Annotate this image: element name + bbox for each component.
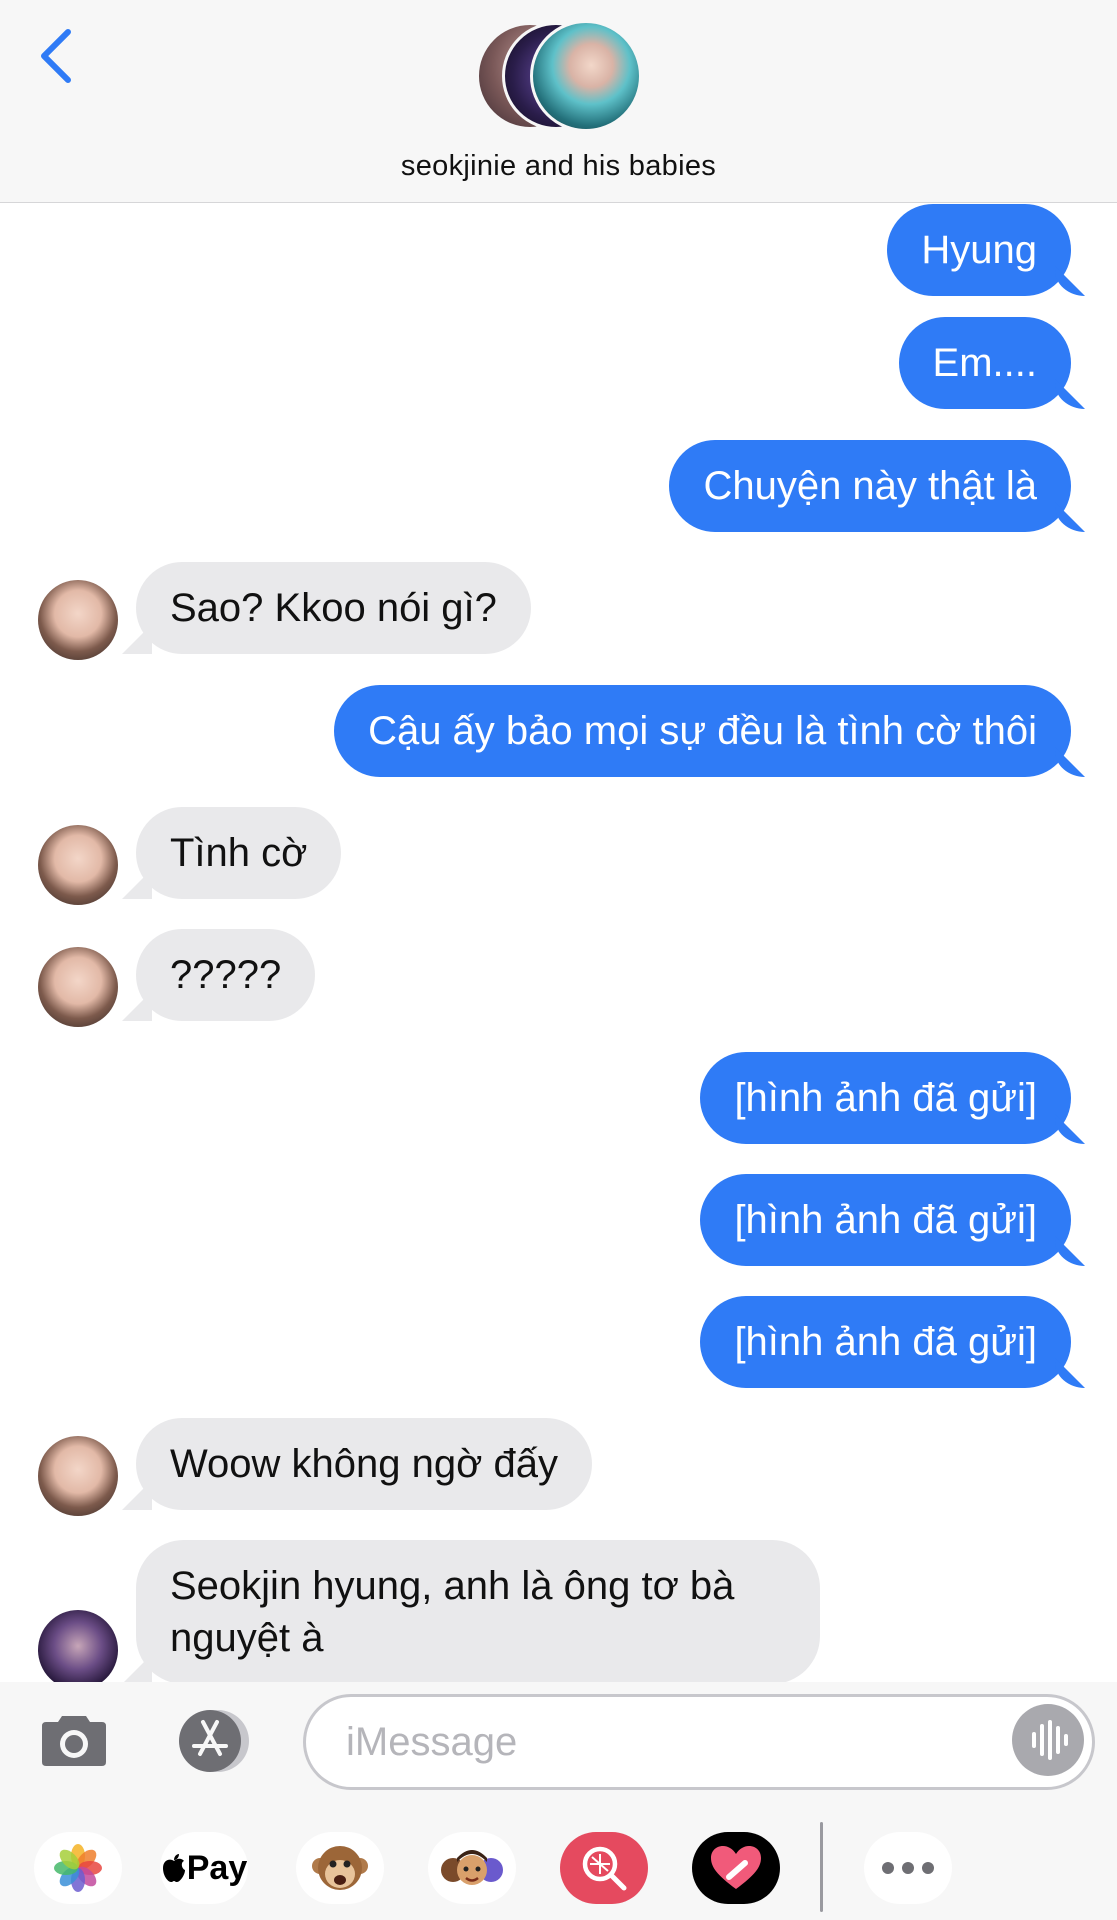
group-avatar-stack[interactable] — [476, 20, 642, 132]
sender-avatar[interactable] — [38, 947, 118, 1027]
outgoing-message[interactable]: [hình ảnh đã gửi] — [700, 1174, 1071, 1266]
memoji-icon — [441, 1850, 503, 1885]
incoming-message[interactable]: Seokjin hyung, anh là ông tơ bà nguyệt à — [136, 1540, 820, 1682]
search-images-icon — [582, 1846, 627, 1891]
sender-avatar[interactable] — [38, 580, 118, 660]
outgoing-message[interactable]: Em.... — [898, 317, 1071, 409]
memoji-stickers-button[interactable] — [428, 1832, 516, 1904]
compose-bar: Pay — [0, 1682, 1117, 1920]
conversation-header: seokjinie and his babies — [0, 0, 1117, 203]
tray-divider — [820, 1822, 823, 1912]
incoming-message[interactable]: Woow không ngờ đấy — [136, 1418, 592, 1510]
audio-waveform-icon — [1032, 1720, 1068, 1760]
photos-icon — [54, 1844, 102, 1892]
more-icon — [882, 1862, 934, 1874]
group-avatar-3 — [530, 20, 642, 132]
animoji-monkey-icon — [312, 1846, 368, 1890]
image-search-button[interactable] — [560, 1832, 648, 1904]
audio-record-button[interactable] — [1012, 1704, 1084, 1776]
photos-app-button[interactable] — [34, 1832, 122, 1904]
message-list[interactable]: Hyung Em.... Chuyện này thật là Sao? Kko… — [0, 204, 1117, 1682]
animoji-button[interactable] — [296, 1832, 384, 1904]
sender-avatar[interactable] — [38, 1436, 118, 1516]
camera-icon — [42, 1716, 106, 1766]
outgoing-message[interactable]: Hyung — [887, 204, 1071, 296]
incoming-message[interactable]: ????? — [136, 929, 316, 1021]
more-apps-button[interactable] — [864, 1832, 952, 1904]
outgoing-message[interactable]: Cậu ấy bảo mọi sự đều là tình cờ thôi — [334, 685, 1071, 777]
apple-pay-button[interactable]: Pay — [160, 1832, 248, 1904]
apple-pay-icon — [162, 1854, 185, 1882]
app-store-button[interactable] — [170, 1708, 258, 1774]
digital-touch-button[interactable] — [692, 1832, 780, 1904]
message-input[interactable] — [303, 1694, 1095, 1790]
outgoing-message[interactable]: [hình ảnh đã gửi] — [700, 1052, 1071, 1144]
outgoing-message[interactable]: [hình ảnh đã gửi] — [700, 1296, 1071, 1388]
group-name[interactable]: seokjinie and his babies — [0, 150, 1117, 183]
back-button[interactable] — [32, 26, 80, 86]
sender-avatar[interactable] — [38, 1610, 118, 1682]
app-store-icon — [179, 1710, 249, 1772]
chevron-left-icon — [41, 29, 71, 83]
digital-touch-heart-icon — [711, 1846, 761, 1889]
outgoing-message[interactable]: Chuyện này thật là — [669, 440, 1071, 532]
apple-pay-label: Pay — [186, 1848, 248, 1887]
incoming-message[interactable]: Tình cờ — [136, 807, 342, 899]
incoming-message[interactable]: Sao? Kkoo nói gì? — [136, 562, 531, 654]
camera-button[interactable] — [40, 1710, 108, 1768]
sender-avatar[interactable] — [38, 825, 118, 905]
